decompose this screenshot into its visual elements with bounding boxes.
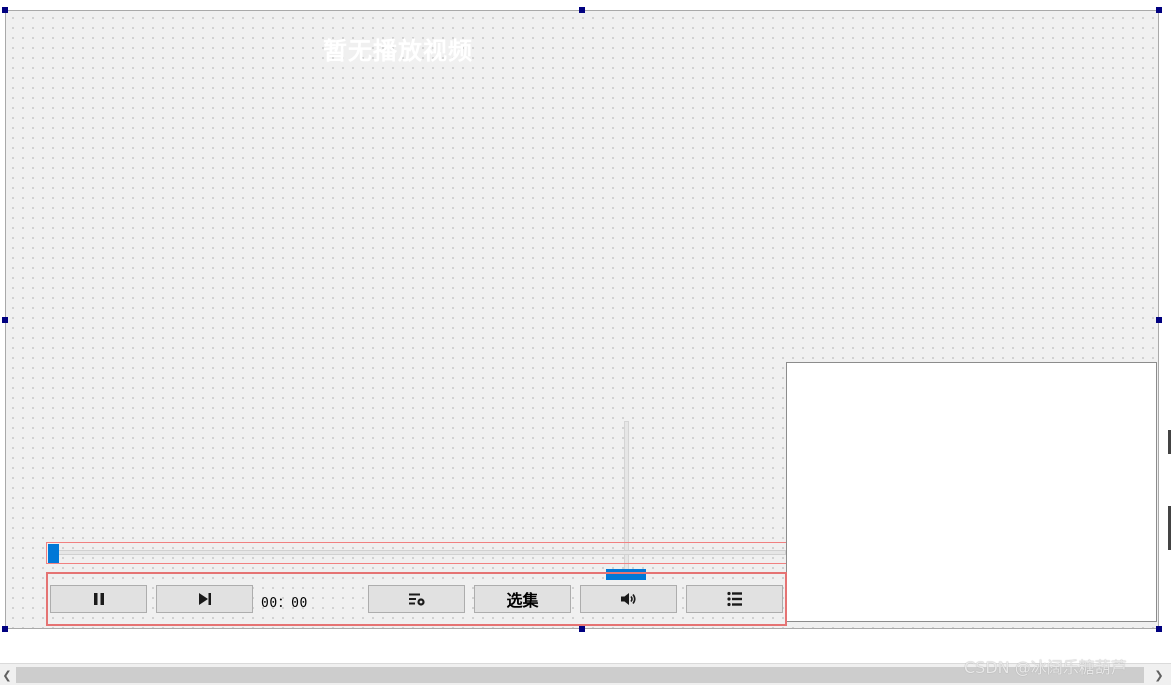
- scroll-left-icon[interactable]: ❮: [0, 667, 14, 683]
- playlist-button[interactable]: [686, 585, 783, 613]
- playback-settings-button[interactable]: [368, 585, 465, 613]
- resize-handle-left[interactable]: [2, 317, 8, 323]
- skip-next-icon: [198, 592, 212, 606]
- progress-slider-handle[interactable]: [48, 544, 59, 563]
- playlist-panel: [786, 362, 1157, 622]
- resize-handle-right[interactable]: [1156, 317, 1162, 323]
- resize-handle-bottom[interactable]: [579, 626, 585, 632]
- playlist-settings-icon: [408, 592, 426, 606]
- no-video-label: 暂无播放视频: [323, 37, 473, 65]
- resize-handle-top-right[interactable]: [1156, 7, 1162, 13]
- progress-slider-groove[interactable]: [51, 550, 786, 555]
- resize-handle-bottom-left[interactable]: [2, 626, 8, 632]
- volume-button[interactable]: [580, 585, 677, 613]
- resize-handle-top[interactable]: [579, 7, 585, 13]
- resize-handle-bottom-right[interactable]: [1156, 626, 1162, 632]
- next-button[interactable]: [156, 585, 253, 613]
- pause-icon: [93, 592, 105, 606]
- control-bar: 00：00 选集: [46, 572, 787, 626]
- watermark: CSDN @冰阔乐糖葫芦: [964, 658, 1127, 677]
- volume-icon: [620, 592, 638, 606]
- scroll-right-icon[interactable]: ❯: [1152, 667, 1166, 683]
- episodes-label: 选集: [506, 591, 539, 610]
- episodes-button[interactable]: 选集: [474, 585, 571, 613]
- time-display: 00：00: [261, 596, 308, 611]
- pause-button[interactable]: [50, 585, 147, 613]
- resize-handle-top-left[interactable]: [2, 7, 8, 13]
- progress-slider[interactable]: [46, 542, 786, 564]
- list-icon: [726, 591, 743, 607]
